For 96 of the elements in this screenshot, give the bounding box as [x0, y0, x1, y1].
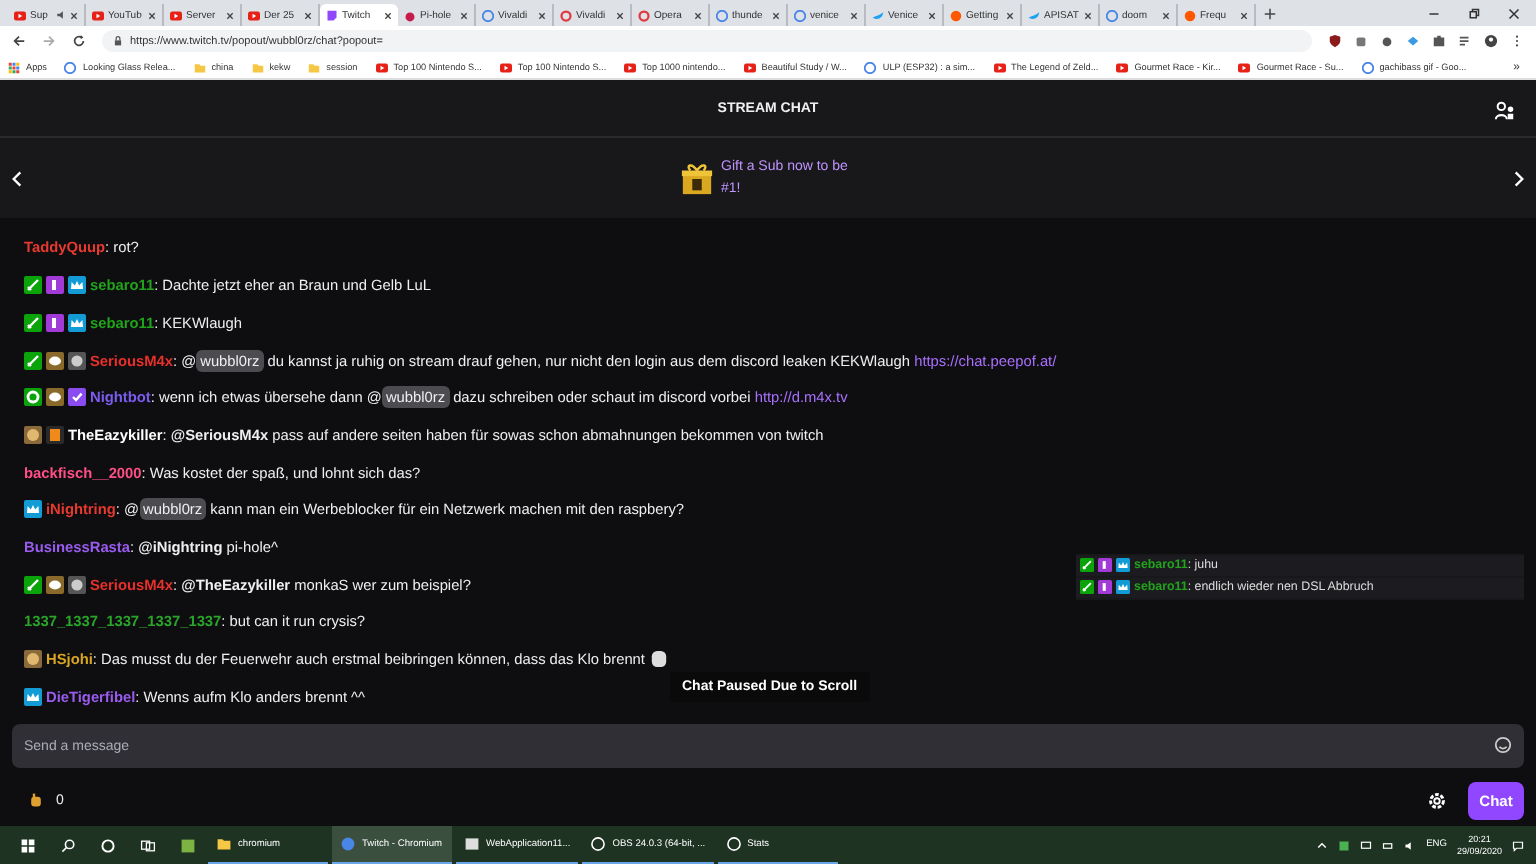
crown-icon — [24, 500, 42, 519]
profile-icon[interactable] — [1484, 34, 1498, 48]
close-icon[interactable] — [1240, 11, 1248, 19]
emote-icon — [649, 650, 668, 668]
windows-logo-icon[interactable] — [20, 837, 36, 853]
close-icon[interactable] — [1162, 11, 1170, 19]
play-icon — [248, 9, 260, 21]
battery-icon[interactable] — [1382, 839, 1395, 851]
close-icon[interactable] — [538, 11, 546, 19]
close-icon[interactable] — [304, 11, 312, 19]
close-icon[interactable] — [1508, 7, 1520, 19]
notification-icon[interactable] — [1512, 839, 1524, 851]
circle-icon — [950, 9, 962, 21]
close-icon[interactable] — [850, 11, 858, 19]
bar-icon — [1098, 558, 1112, 573]
globe-icon — [864, 61, 877, 73]
bar-icon — [1098, 580, 1112, 595]
restore-icon[interactable] — [1468, 7, 1480, 19]
playlist-icon[interactable] — [1458, 34, 1472, 48]
globe-icon — [482, 9, 494, 21]
folder-icon — [193, 61, 206, 73]
globe-icon — [64, 61, 77, 73]
folder-icon — [216, 836, 232, 852]
circle-icon — [1184, 9, 1196, 21]
ring-icon — [725, 836, 742, 852]
coin-icon — [68, 351, 86, 369]
chevron-up-icon[interactable] — [1316, 839, 1329, 851]
close-icon[interactable] — [928, 11, 936, 19]
puzzle-icon[interactable] — [1432, 34, 1446, 48]
close-icon[interactable] — [148, 11, 156, 19]
monitor-icon[interactable] — [1360, 839, 1373, 851]
bird-icon — [1028, 9, 1040, 21]
play-icon — [499, 61, 512, 73]
sword-icon — [24, 313, 42, 332]
sword-icon — [24, 575, 42, 594]
reload-icon[interactable] — [72, 34, 86, 48]
crown-icon — [68, 276, 86, 295]
ring-icon — [560, 9, 572, 21]
folder-icon — [251, 61, 264, 73]
lock-icon — [114, 36, 122, 46]
globe-icon — [1106, 9, 1118, 21]
hand-icon[interactable] — [28, 792, 44, 809]
crown-icon — [24, 687, 42, 706]
globe-icon — [794, 9, 806, 21]
task-view-icon[interactable] — [140, 837, 156, 853]
back-icon[interactable] — [12, 34, 26, 48]
ring-icon — [638, 9, 650, 21]
speech-bubble-icon — [326, 9, 338, 21]
smiley-icon[interactable] — [1494, 736, 1512, 755]
bar-icon — [46, 313, 64, 332]
users-icon[interactable] — [1494, 100, 1516, 122]
folder-icon — [308, 61, 321, 73]
speaker-icon[interactable] — [56, 10, 66, 20]
new-tab-icon[interactable] — [1264, 7, 1276, 19]
close-icon[interactable] — [616, 11, 624, 19]
bar-icon — [46, 276, 64, 295]
coin-icon — [68, 575, 86, 594]
ring-icon — [590, 836, 607, 852]
play-icon — [1116, 61, 1129, 73]
globe-icon — [716, 9, 728, 21]
close-icon[interactable] — [1006, 11, 1014, 19]
globe-icon — [1361, 61, 1374, 73]
play-icon — [14, 9, 26, 21]
window-icon — [464, 836, 480, 852]
close-icon[interactable] — [1084, 11, 1092, 19]
gift-icon — [679, 161, 713, 195]
close-icon[interactable] — [226, 11, 234, 19]
grid-icon — [8, 61, 20, 73]
speaker-icon[interactable] — [1404, 839, 1417, 851]
settings-icon[interactable] — [1426, 789, 1448, 812]
play-icon — [1238, 61, 1251, 73]
close-icon[interactable] — [694, 11, 702, 19]
play-icon — [92, 9, 104, 21]
sword-icon — [1080, 580, 1094, 595]
play-icon — [993, 61, 1006, 73]
crown-icon — [68, 313, 86, 332]
play-icon — [375, 61, 388, 73]
app-icon[interactable] — [180, 837, 196, 853]
close-icon[interactable] — [70, 11, 78, 19]
bird-icon — [872, 9, 884, 21]
sword-icon — [24, 351, 42, 369]
close-icon[interactable] — [384, 11, 392, 19]
play-icon — [743, 61, 756, 73]
play-icon — [624, 61, 637, 73]
check-icon — [68, 388, 86, 407]
minimize-icon[interactable] — [1428, 7, 1440, 19]
crown-icon — [1116, 580, 1130, 595]
play-icon — [170, 9, 182, 21]
search-icon[interactable] — [60, 837, 76, 853]
ring-icon[interactable] — [100, 837, 116, 853]
sword-icon — [1080, 558, 1094, 573]
globe-icon — [340, 836, 356, 852]
crown-icon — [1116, 558, 1130, 573]
sword-icon — [24, 276, 42, 295]
close-icon[interactable] — [772, 11, 780, 19]
close-icon[interactable] — [460, 11, 468, 19]
